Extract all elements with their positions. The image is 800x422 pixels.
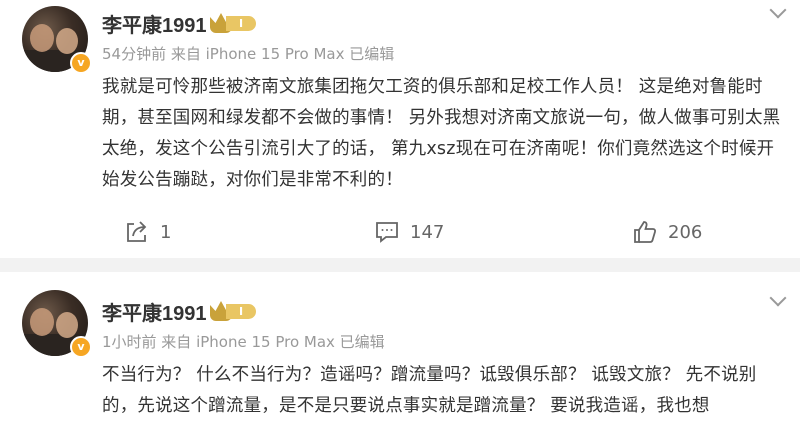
weibo-post: v 李平康1991 I 1小时前 来自 iPhone 15 Pro Max 已编… <box>0 272 800 416</box>
feed-separator <box>0 258 800 272</box>
level-label: I <box>226 16 256 31</box>
comment-icon <box>376 222 398 243</box>
avatar-photo-face <box>30 24 54 52</box>
crown-level-icon: I <box>210 12 258 34</box>
username[interactable]: 李平康1991 <box>102 9 207 38</box>
crown-level-icon: I <box>210 300 258 322</box>
verified-badge-icon: v <box>70 52 92 74</box>
share-count: 1 <box>160 221 172 243</box>
post-meta: 54分钟前 来自 iPhone 15 Pro Max 已编辑 <box>102 45 395 63</box>
username[interactable]: 李平康1991 <box>102 297 207 326</box>
avatar-photo-face <box>30 308 54 336</box>
verified-badge-icon: v <box>70 336 92 358</box>
share-icon <box>127 221 147 242</box>
avatar-photo-face <box>56 312 78 338</box>
post-meta: 1小时前 来自 iPhone 15 Pro Max 已编辑 <box>102 333 385 351</box>
thumbs-up-icon <box>634 221 657 243</box>
like-count: 206 <box>668 221 703 243</box>
weibo-post: v 李平康1991 I 54分钟前 来自 iPhone 15 Pro Max 已… <box>0 0 800 258</box>
level-label: I <box>226 304 256 319</box>
avatar-photo-face <box>56 28 78 54</box>
post-actions: 1 147 206 <box>0 214 800 250</box>
like-button[interactable]: 206 <box>632 214 702 250</box>
post-content: 我就是可怜那些被济南文旅集团拖欠工资的俱乐部和足校工作人员！ 这是绝对鲁能时期，… <box>102 77 781 190</box>
comment-button[interactable]: 147 <box>374 214 444 250</box>
comment-count: 147 <box>410 221 445 243</box>
chevron-down-icon[interactable] <box>769 289 787 307</box>
post-content: 不当行为？ 什么不当行为？造谣吗？蹭流量吗？诋毁俱乐部？ 诋毁文旅？ 先不说别的… <box>102 365 757 416</box>
share-button[interactable]: 1 <box>124 214 171 250</box>
chevron-down-icon[interactable] <box>769 1 787 19</box>
